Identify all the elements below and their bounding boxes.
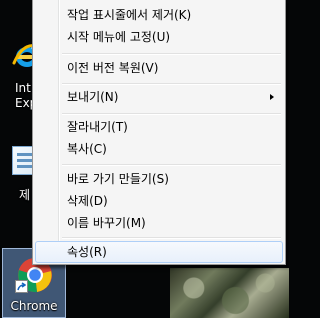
menu-item-copy[interactable]: 복사(C) <box>35 138 283 160</box>
menu-item-label: 속성(R) <box>67 245 107 259</box>
windows-desktop: Int Exp 제 Chrome 작업 표시줄에서 제거(K) 시작 메뉴에 고… <box>0 0 289 318</box>
menu-item-label: 복사(C) <box>67 142 107 156</box>
menu-item-label: 이름 바꾸기(M) <box>67 216 146 230</box>
menu-item-cut[interactable]: 잘라내기(T) <box>35 116 283 138</box>
menu-separator <box>62 237 281 239</box>
menu-separator <box>62 83 281 85</box>
menu-separator <box>62 164 281 166</box>
menu-item-label: 잘라내기(T) <box>67 120 128 134</box>
desktop-icon-label: 제 <box>19 188 31 202</box>
menu-item-remove-from-taskbar[interactable]: 작업 표시줄에서 제거(K) <box>35 4 283 26</box>
menu-item-create-shortcut[interactable]: 바로 가기 만들기(S) <box>35 168 283 190</box>
menu-separator <box>62 113 281 115</box>
menu-item-delete[interactable]: 삭제(D) <box>35 190 283 212</box>
menu-item-label: 시작 메뉴에 고정(U) <box>67 30 171 44</box>
menu-item-properties[interactable]: 속성(R) <box>35 241 283 263</box>
menu-item-label: 작업 표시줄에서 제거(K) <box>67 8 192 22</box>
menu-item-label: 이전 버전 복원(V) <box>67 61 159 75</box>
shortcut-arrow-icon <box>15 280 28 293</box>
menu-item-restore-previous-versions[interactable]: 이전 버전 복원(V) <box>35 57 283 79</box>
wallpaper-strip <box>170 268 289 318</box>
menu-item-send-to[interactable]: 보내기(N) <box>35 86 283 108</box>
menu-item-pin-to-start-menu[interactable]: 시작 메뉴에 고정(U) <box>35 26 283 48</box>
menu-item-label: 보내기(N) <box>67 90 119 104</box>
desktop-icon-label: Chrome <box>10 299 58 313</box>
submenu-arrow-icon <box>270 94 274 100</box>
menu-item-rename[interactable]: 이름 바꾸기(M) <box>35 212 283 234</box>
context-menu: 작업 표시줄에서 제거(K) 시작 메뉴에 고정(U) 이전 버전 복원(V) … <box>32 0 286 265</box>
menu-separator <box>62 53 281 55</box>
menu-item-label: 바로 가기 만들기(S) <box>67 172 169 186</box>
menu-item-label: 삭제(D) <box>67 194 108 208</box>
